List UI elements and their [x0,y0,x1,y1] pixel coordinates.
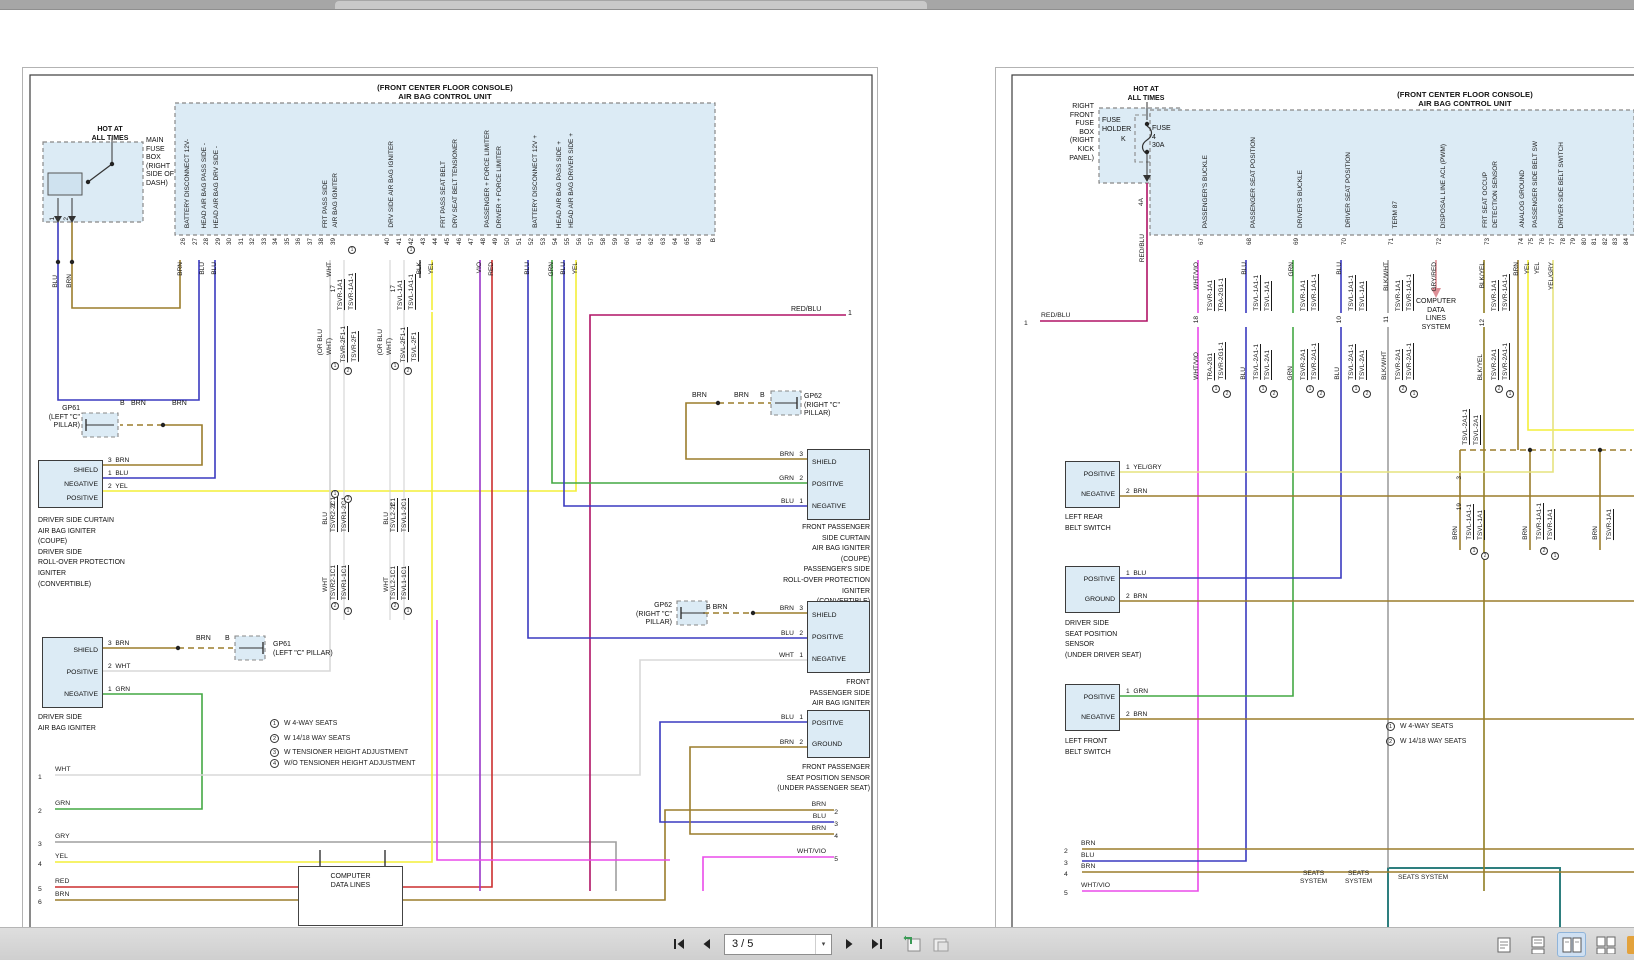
previous-page-icon [703,939,710,949]
previous-page-button[interactable] [696,933,718,955]
edit-tool-icon[interactable] [1627,936,1634,954]
pdf-viewer-window: (FRONT CENTER FLOOR CONSOLE) AIR BAG CON… [0,0,1634,960]
last-page-button[interactable] [866,933,888,955]
last-page-icon [872,939,882,949]
previous-view-button[interactable] [902,933,924,955]
page-indicator: 3 / 5 [732,938,754,950]
continuous-view-icon [1531,936,1544,954]
first-page-button[interactable] [668,933,690,955]
window-top-bar-highlight [335,1,927,9]
next-page-icon [846,939,853,949]
two-page-continuous-view-icon [1596,936,1615,954]
continuous-view-button[interactable] [1524,933,1551,956]
next-view-icon [933,938,949,952]
page-number-input[interactable]: 3 / 5 ▾ [724,933,832,955]
two-page-view-icon [1562,937,1581,952]
next-page-button[interactable] [838,933,860,955]
two-page-continuous-view-button[interactable] [1592,933,1619,956]
next-view-button[interactable] [930,933,952,955]
pdf-page-right [995,67,1634,937]
first-page-icon [674,939,684,949]
single-page-view-button[interactable] [1490,933,1517,956]
viewer-toolbar: 3 / 5 ▾ [0,927,1634,960]
document-viewer[interactable]: (FRONT CENTER FLOOR CONSOLE) AIR BAG CON… [0,10,1634,938]
pdf-page-left [22,67,878,937]
two-page-view-button[interactable] [1557,932,1586,957]
window-top-bar [0,0,1634,10]
single-page-view-icon [1497,937,1510,952]
chevron-down-icon[interactable]: ▾ [815,934,831,954]
previous-view-icon [903,935,921,952]
